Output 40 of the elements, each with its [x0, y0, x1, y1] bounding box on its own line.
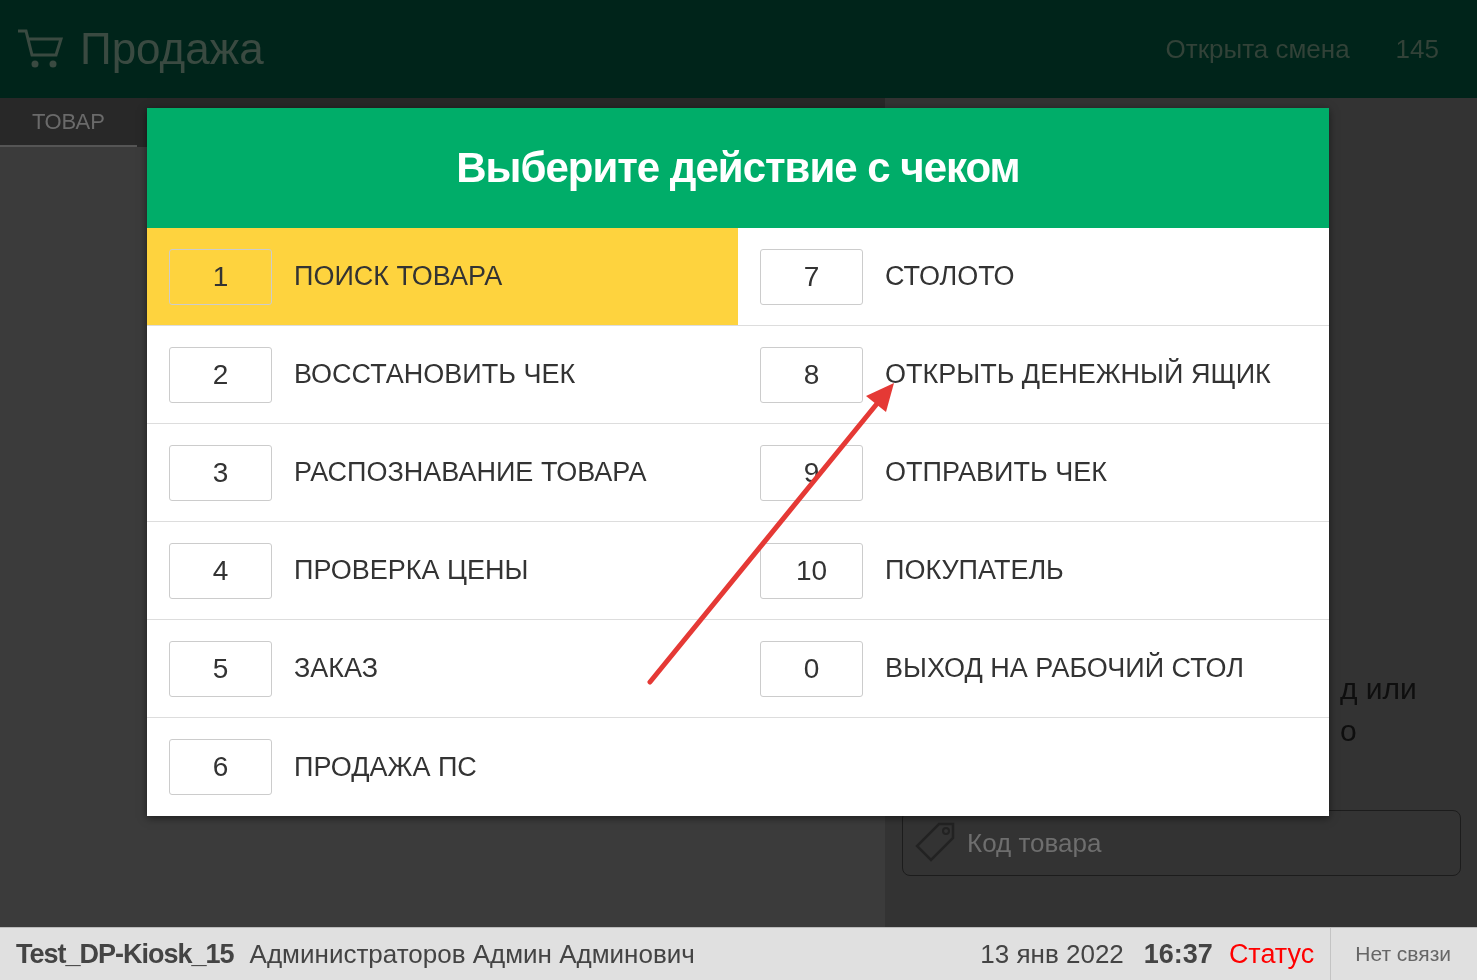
key-number: 2 — [169, 346, 272, 403]
connection-status: Нет связи — [1330, 928, 1477, 980]
time-text: 16:37 — [1143, 938, 1213, 970]
key-number: 10 — [760, 542, 863, 599]
key-number: 8 — [760, 346, 863, 403]
action-label: ОТКРЫТЬ ДЕНЕЖНЫЙ ЯЩИК — [885, 359, 1271, 390]
code-input[interactable]: Код товара — [965, 826, 1460, 860]
key-number: 1 — [169, 248, 272, 305]
date-text: 13 янв 2022 — [980, 938, 1124, 970]
key-number: 6 — [169, 739, 272, 795]
key-number: 4 — [169, 542, 272, 599]
user-name: Администраторов Админ Админович — [249, 938, 695, 970]
action-label: ПРОВЕРКА ЦЕНЫ — [294, 555, 529, 586]
action-item[interactable]: 8 ОТКРЫТЬ ДЕНЕЖНЫЙ ЯЩИК — [738, 326, 1329, 424]
terminal-name: Test_DP-Kiosk_15 — [16, 938, 234, 970]
action-item[interactable]: 0 ВЫХОД НА РАБОЧИЙ СТОЛ — [738, 620, 1329, 718]
action-item[interactable]: 10 ПОКУПАТЕЛЬ — [738, 522, 1329, 620]
action-item[interactable]: 5 ЗАКАЗ — [147, 620, 738, 718]
dialog-title: Выберите действие с чеком — [147, 108, 1329, 228]
action-label: ПРОДАЖА ПС — [294, 751, 477, 783]
action-label: ВОССТАНОВИТЬ ЧЕК — [294, 359, 576, 390]
action-label: РАСПОЗНАВАНИЕ ТОВАРА — [294, 457, 647, 488]
action-label: ВЫХОД НА РАБОЧИЙ СТОЛ — [885, 653, 1244, 684]
action-label: ОТПРАВИТЬ ЧЕК — [885, 457, 1107, 488]
action-item[interactable]: 4 ПРОВЕРКА ЦЕНЫ — [147, 522, 738, 620]
code-field[interactable]: Код товара — [902, 810, 1461, 876]
key-number: 5 — [169, 640, 272, 697]
action-label: СТОЛОТО — [885, 261, 1015, 292]
action-item[interactable]: 3 РАСПОЗНАВАНИЕ ТОВАРА — [147, 424, 738, 522]
key-number: 0 — [760, 640, 863, 697]
action-item[interactable]: 7 СТОЛОТО — [738, 228, 1329, 326]
action-item[interactable]: 6 ПРОДАЖА ПС — [147, 718, 738, 816]
page-title: Продажа — [80, 24, 265, 74]
action-item[interactable]: 1 ПОИСК ТОВАРА — [147, 228, 738, 326]
action-label: ПОИСК ТОВАРА — [294, 261, 503, 292]
action-item[interactable]: 2 ВОССТАНОВИТЬ ЧЕК — [147, 326, 738, 424]
key-number: 7 — [760, 248, 863, 305]
key-number: 3 — [169, 444, 272, 501]
action-label: ЗАКАЗ — [294, 653, 379, 684]
action-label: ПОКУПАТЕЛЬ — [885, 555, 1064, 586]
